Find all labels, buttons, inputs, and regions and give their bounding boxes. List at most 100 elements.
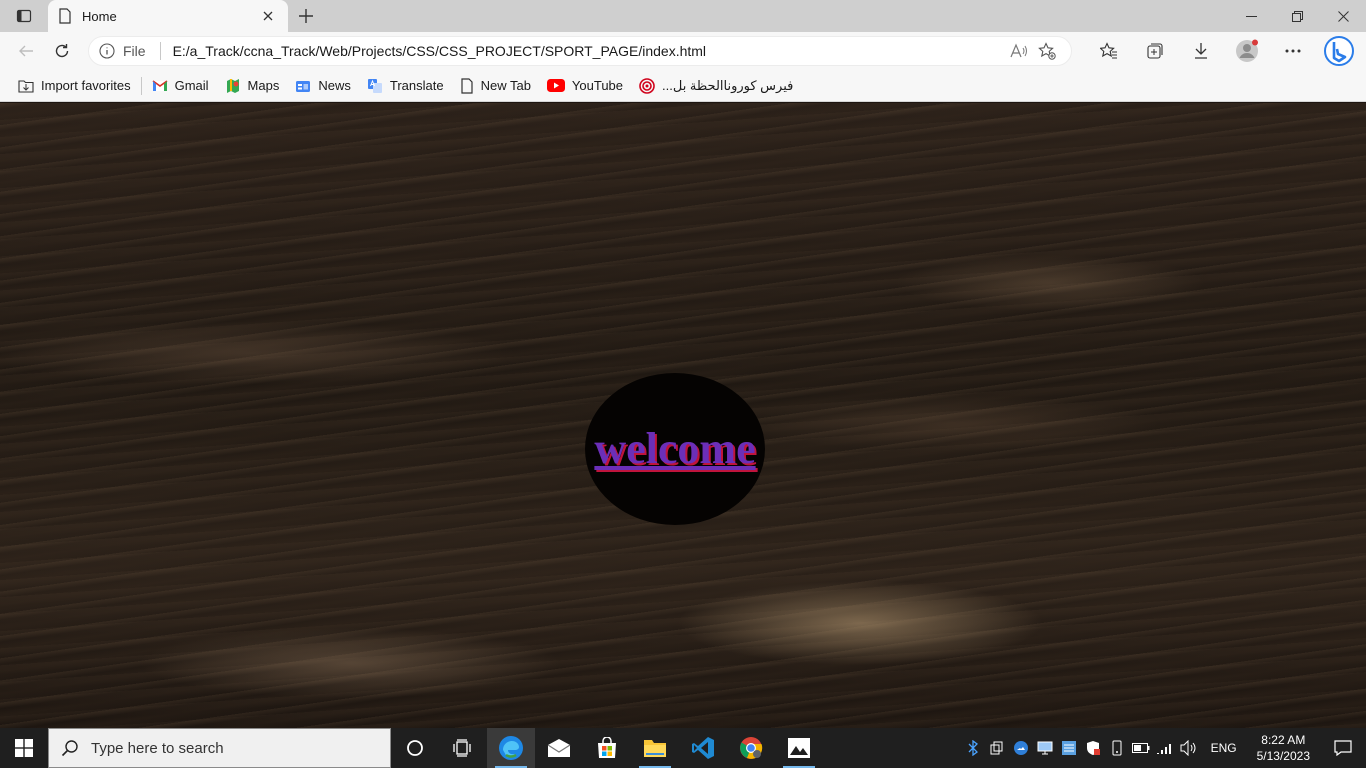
device-tray-button[interactable] (1105, 728, 1129, 768)
fav-label: Translate (389, 78, 444, 93)
import-icon (18, 79, 34, 93)
monitor-icon (1037, 741, 1053, 755)
device-icon (1112, 740, 1122, 756)
back-button[interactable] (8, 35, 44, 67)
taskbar-mail[interactable] (535, 728, 583, 768)
collections-button[interactable] (1132, 35, 1178, 67)
site-label: File (123, 43, 146, 59)
avatar-icon (1236, 39, 1258, 62)
search-icon (61, 740, 78, 757)
fav-gmail[interactable]: Gmail (144, 74, 217, 98)
refresh-icon (55, 44, 69, 58)
favorites-icon (1100, 42, 1117, 59)
clock-date: 5/13/2023 (1256, 749, 1310, 763)
fav-label: Maps (247, 78, 280, 93)
profile-button[interactable] (1224, 35, 1270, 67)
settings-menu-button[interactable] (1270, 35, 1316, 67)
security-tray-button[interactable] (1081, 728, 1105, 768)
bing-chat-button[interactable] (1316, 35, 1362, 67)
bluetooth-tray-button[interactable] (961, 728, 985, 768)
notifications-button[interactable] (1320, 728, 1366, 768)
folder-icon (644, 740, 666, 757)
taskbar-photos[interactable] (775, 728, 823, 768)
taskbar-edge[interactable] (487, 728, 535, 768)
edge-icon (499, 736, 523, 760)
address-bar[interactable]: File E:/a_Track/ccna_Track/Web/Projects/… (88, 36, 1072, 66)
cortana-icon (407, 740, 423, 756)
page-icon (460, 77, 473, 94)
taskbar-vscode[interactable] (679, 728, 727, 768)
clock[interactable]: 8:22 AM 5/13/2023 (1247, 732, 1320, 764)
youtube-icon (546, 79, 565, 92)
taskbar-search-box[interactable]: Type here to search (48, 728, 391, 768)
fav-label: Gmail (174, 78, 209, 93)
network-app-icon (1061, 741, 1076, 755)
cortana-button[interactable] (391, 728, 439, 768)
fav-news[interactable]: News (287, 74, 359, 98)
close-icon (1337, 10, 1349, 22)
fav-corona[interactable]: فيرس كوروناالحظة بل... (631, 74, 801, 98)
favorites-bar: Import favorites Gmail Maps News Transla… (0, 70, 1366, 102)
downloads-button[interactable] (1178, 35, 1224, 67)
volume-icon (1180, 740, 1196, 756)
fav-import-favorites[interactable]: Import favorites (10, 74, 139, 98)
fav-maps[interactable]: Maps (217, 74, 288, 98)
fav-youtube[interactable]: YouTube (539, 74, 631, 98)
display-tray-button[interactable] (1033, 728, 1057, 768)
window-controls (1228, 0, 1366, 32)
network-app-tray-button[interactable] (1057, 728, 1081, 768)
tab-strip: Home (0, 0, 1366, 32)
clock-time: 8:22 AM (1261, 733, 1306, 747)
page-icon (59, 8, 71, 24)
tab-close-button[interactable] (258, 6, 278, 26)
fav-label: فيرس كوروناالحظة بل... (662, 77, 794, 93)
new-tab-button[interactable] (288, 0, 324, 32)
tab-actions-button[interactable] (0, 0, 48, 32)
fav-label: Import favorites (41, 78, 131, 93)
wifi-icon (1156, 744, 1171, 754)
taskbar-file-explorer[interactable] (631, 728, 679, 768)
battery-tray-button[interactable] (1129, 728, 1153, 768)
refresh-button[interactable] (44, 35, 80, 67)
fav-label: News (318, 78, 351, 93)
search-placeholder: Type here to search (91, 739, 224, 757)
favorites-button[interactable] (1086, 35, 1132, 67)
copy-tray-button[interactable] (985, 728, 1009, 768)
info-icon (99, 43, 115, 59)
bluetooth-icon (968, 740, 978, 756)
vscode-icon (692, 737, 714, 759)
fav-translate[interactable]: Translate (359, 74, 452, 98)
taskbar-store[interactable] (583, 728, 631, 768)
taskbar-chrome[interactable] (727, 728, 775, 768)
news-icon (296, 80, 311, 92)
welcome-link[interactable]: welcome (594, 427, 755, 471)
onedrive-icon (1013, 741, 1028, 755)
minimize-icon (1245, 15, 1257, 17)
wifi-tray-button[interactable] (1153, 728, 1177, 768)
task-view-button[interactable] (439, 728, 487, 768)
copy-icon (990, 741, 1003, 755)
arrow-left-icon (19, 45, 33, 57)
start-button[interactable] (0, 728, 48, 768)
url-text[interactable]: E:/a_Track/ccna_Track/Web/Projects/CSS/C… (173, 43, 1005, 59)
close-icon (263, 11, 273, 21)
fav-new-tab[interactable]: New Tab (452, 74, 539, 98)
fav-label: New Tab (480, 78, 531, 93)
chrome-icon (740, 737, 763, 759)
onedrive-tray-button[interactable] (1009, 728, 1033, 768)
site-info-button[interactable]: File (99, 42, 161, 60)
notification-icon (1334, 740, 1352, 756)
restore-button[interactable] (1274, 0, 1320, 32)
toolbar (1086, 35, 1362, 67)
tab-home[interactable]: Home (48, 0, 288, 32)
input-language[interactable]: ENG (1201, 741, 1247, 755)
minimize-button[interactable] (1228, 0, 1274, 32)
volume-tray-button[interactable] (1177, 728, 1201, 768)
read-aloud-button[interactable] (1005, 37, 1033, 65)
add-favorite-button[interactable] (1033, 37, 1061, 65)
photos-icon (788, 738, 810, 758)
fav-label: YouTube (571, 78, 624, 93)
read-aloud-icon (1010, 43, 1027, 58)
windows-icon (15, 739, 33, 757)
close-window-button[interactable] (1320, 0, 1366, 32)
